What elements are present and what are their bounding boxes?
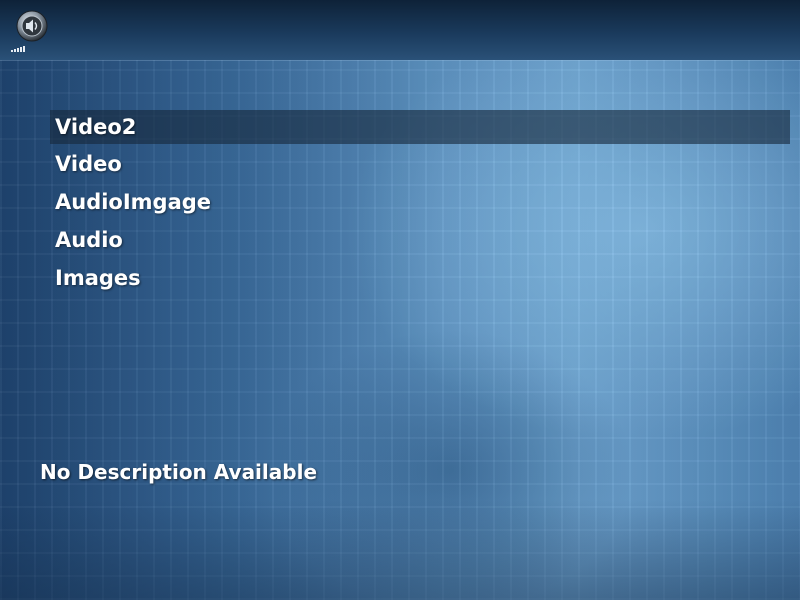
speaker-icon[interactable] — [16, 10, 48, 42]
menu-item-audioimgage[interactable]: AudioImgage — [50, 184, 790, 222]
menu-item-images[interactable]: Images — [50, 260, 790, 298]
volume-level-icon — [11, 44, 31, 52]
background-texture — [0, 0, 800, 600]
background-shade — [0, 500, 800, 600]
menu-item-video2[interactable]: Video2 — [50, 110, 790, 144]
media-menu: Video2 Video AudioImgage Audio Images — [50, 108, 790, 298]
item-description: No Description Available — [40, 460, 318, 484]
header-bar — [0, 0, 800, 60]
menu-item-video[interactable]: Video — [50, 146, 790, 184]
menu-item-audio[interactable]: Audio — [50, 222, 790, 260]
